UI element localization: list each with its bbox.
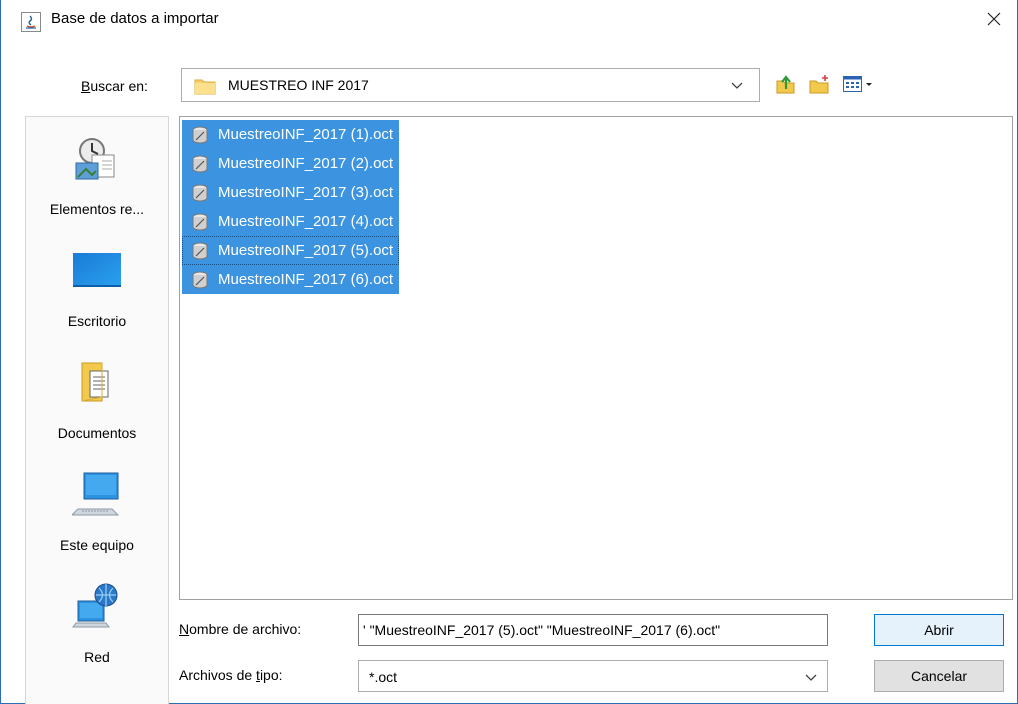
file-item[interactable]: MuestreoINF_2017 (4).oct: [182, 207, 400, 236]
place-label: Red: [84, 649, 110, 665]
look-in-combo[interactable]: MUESTREO INF 2017: [181, 68, 760, 102]
chevron-down-icon: [731, 82, 743, 89]
places-bar: Elementos re... Escritorio Documentos Es…: [25, 116, 169, 704]
place-label: Documentos: [57, 425, 137, 441]
look-in-row: Buscar en: MUESTREO INF 2017: [1, 66, 1017, 106]
title-bar: Base de datos a importar: [1, 0, 1017, 38]
oct-file-icon: [192, 126, 208, 143]
java-app-icon: [21, 12, 41, 32]
place-desktop[interactable]: Escritorio: [26, 229, 168, 341]
file-item[interactable]: MuestreoINF_2017 (6).oct: [182, 265, 400, 294]
up-folder-button[interactable]: [774, 72, 798, 96]
new-folder-icon: [809, 75, 829, 94]
look-in-value: MUESTREO INF 2017: [228, 77, 369, 93]
computer-icon: [72, 472, 120, 516]
close-button[interactable]: [971, 0, 1017, 38]
file-type-combo[interactable]: *.oct: [358, 660, 828, 692]
file-item[interactable]: MuestreoINF_2017 (1).oct: [182, 120, 400, 149]
close-icon: [987, 12, 1001, 26]
place-network[interactable]: Red: [26, 565, 168, 677]
place-this-pc[interactable]: Este equipo: [26, 453, 168, 565]
view-menu-icon: [843, 76, 872, 92]
file-type-label: Archivos de tipo:: [179, 667, 283, 683]
file-name-label: Nombre de archivo:: [179, 621, 302, 637]
place-documents[interactable]: Documentos: [26, 341, 168, 453]
up-folder-icon: [776, 75, 795, 94]
place-recent-items[interactable]: Elementos re...: [26, 117, 168, 229]
place-label: Este equipo: [60, 537, 134, 553]
view-menu-button[interactable]: [841, 72, 877, 96]
documents-icon: [81, 362, 109, 402]
oct-file-icon: [192, 242, 208, 259]
file-item[interactable]: MuestreoINF_2017 (5).oct: [182, 236, 400, 265]
look-in-label: Buscar en:: [81, 78, 148, 94]
file-name-input[interactable]: ' "MuestreoINF_2017 (5).oct" "MuestreoIN…: [358, 614, 828, 646]
open-button[interactable]: Abrir: [874, 614, 1004, 646]
recent-items-icon: [75, 138, 115, 180]
place-label: Elementos re...: [49, 201, 145, 217]
file-list[interactable]: MuestreoINF_2017 (1).oct MuestreoINF_201…: [179, 116, 1013, 600]
desktop-icon: [73, 253, 121, 287]
new-folder-button[interactable]: [808, 72, 832, 96]
cancel-button[interactable]: Cancelar: [874, 660, 1004, 692]
file-item[interactable]: MuestreoINF_2017 (3).oct: [182, 178, 400, 207]
place-label: Escritorio: [67, 313, 127, 329]
window-title: Base de datos a importar: [51, 10, 219, 27]
oct-file-icon: [192, 213, 208, 230]
file-type-value: *.oct: [369, 669, 398, 685]
oct-file-icon: [192, 184, 208, 201]
oct-file-icon: [192, 271, 208, 288]
file-chooser-dialog: Base de datos a importar Buscar en: MUES…: [0, 0, 1018, 704]
oct-file-icon: [192, 155, 208, 172]
chevron-down-icon: [805, 674, 817, 681]
folder-icon: [194, 79, 216, 95]
file-item[interactable]: MuestreoINF_2017 (2).oct: [182, 149, 400, 178]
network-icon: [72, 583, 118, 628]
